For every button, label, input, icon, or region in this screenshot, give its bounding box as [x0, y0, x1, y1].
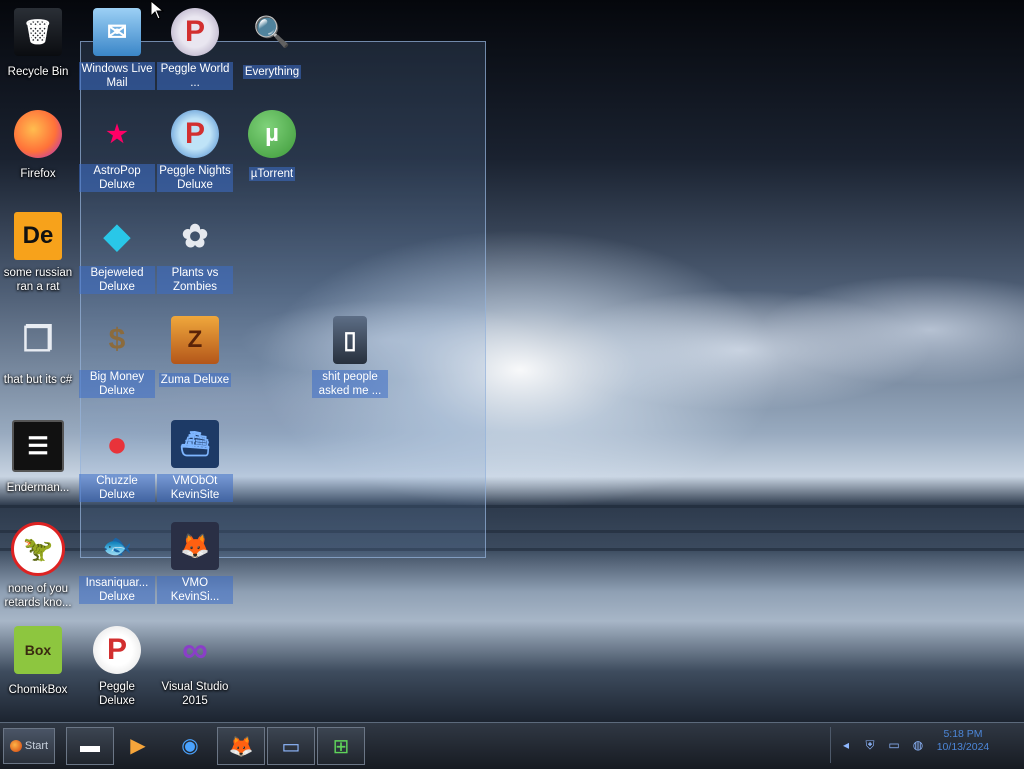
start-label: Start [24, 740, 49, 752]
de-app-icon: De [14, 212, 62, 260]
desktop-icon-enderman[interactable]: ☰ Enderman... [0, 420, 76, 496]
folder-icon: ▯ [333, 316, 367, 364]
clock-time: 5:18 PM [943, 728, 983, 740]
desktop-icon-windows-live-mail[interactable]: ✉ Windows Live Mail [79, 8, 155, 91]
firefox-icon [14, 110, 62, 158]
desktop-icon-label: Peggle World ... [157, 62, 233, 90]
start-button[interactable]: Start [3, 728, 55, 764]
peggle-nights-icon: P [171, 110, 219, 158]
utorrent-icon: µ [248, 110, 296, 158]
desktop-icon-label: Firefox [20, 168, 56, 180]
peggle-icon: P [93, 626, 141, 674]
taskbar-button-windows[interactable]: ⊞ [317, 727, 365, 765]
clock-date: 10/13/2024 [936, 741, 990, 753]
desktop-icon-label: Big Money Deluxe [79, 370, 155, 398]
desktop-icon-chomikbox[interactable]: Box ChomikBox [0, 626, 76, 698]
taskbar-button-device[interactable]: ▭ [267, 727, 315, 765]
desktop-icon-vmobot-kevinsite[interactable]: ⛴ VMObOt KevinSite [157, 420, 233, 503]
chomikbox-icon: Box [14, 626, 62, 674]
desktop-icon-label: ChomikBox [8, 684, 68, 696]
taskbar-button-firefox[interactable]: 🦊 [217, 727, 265, 765]
mail-icon: ✉ [93, 8, 141, 56]
taskbar-button-globe[interactable]: ◉ [170, 727, 210, 763]
desktop-icon-insaniquarium-deluxe[interactable]: 🐟 Insaniquar... Deluxe [79, 522, 155, 605]
astropop-icon: ★ [106, 120, 128, 148]
recycle-bin-icon: 🗑 [14, 8, 62, 56]
peggle-icon: P [171, 8, 219, 56]
money-bag-icon: $ [108, 323, 126, 356]
desktop-icon-label: VMO KevinSi... [157, 576, 233, 604]
desktop-icon-label: some russian ran a rat [3, 267, 73, 293]
desktop-icon-plants-vs-zombies[interactable]: ✿ Plants vs Zombies [157, 212, 233, 295]
desktop-icon-label: Windows Live Mail [79, 62, 155, 90]
desktop-icon-vmo-kevinsite[interactable]: 🦊 VMO KevinSi... [157, 522, 233, 605]
desktop-icon-zuma-deluxe[interactable]: Z Zuma Deluxe [157, 316, 233, 388]
desktop-icon-some-russian-ran-a-rat[interactable]: De some russian ran a rat [0, 212, 76, 295]
windows-copy-icon: ❐ [22, 321, 54, 359]
desktop-icon-everything[interactable]: 🔍 Everything [234, 8, 310, 80]
network-icon[interactable]: ◂ [837, 736, 855, 754]
device-icon: ▭ [281, 735, 301, 758]
desktop-icon-shit-people-asked-me[interactable]: ▯ shit people asked me ... [312, 316, 388, 399]
taskbar-button-black-box[interactable]: ▬ [66, 727, 114, 765]
desktop-icon-label: Insaniquar... Deluxe [79, 576, 155, 604]
taskbar: Start ▬ ▶ ◉ 🦊 ▭ ⊞ ◂ ⛨ ▭ ◍ 5:18 PM 10/13/… [0, 722, 1024, 769]
desktop-icon-bejeweled-deluxe[interactable]: ◆ Bejeweled Deluxe [79, 212, 155, 295]
desktop-icon-utorrent[interactable]: µ µTorrent [234, 110, 310, 182]
desktop-icon-big-money-deluxe[interactable]: $ Big Money Deluxe [79, 316, 155, 399]
chuzzle-icon: ● [106, 423, 128, 464]
shield-icon[interactable]: ⛨ [861, 736, 879, 754]
desktop-icon-label: Zuma Deluxe [158, 373, 232, 387]
desktop-icon-label: Visual Studio 2015 [161, 681, 229, 707]
zuma-icon: Z [171, 316, 219, 364]
desktop-icon-visual-studio-2015[interactable]: ∞ Visual Studio 2015 [157, 626, 233, 709]
desktop-icon-label: Recycle Bin [7, 66, 69, 78]
desktop-icon-that-but-its-c[interactable]: ❐ that but its c# [0, 316, 76, 388]
monitor-icon[interactable]: ▭ [885, 736, 903, 754]
start-orb-icon [9, 740, 22, 752]
red-dinosaur-icon: 🦖 [11, 522, 65, 576]
desktop-icon-peggle-nights-deluxe[interactable]: P Peggle Nights Deluxe [157, 110, 233, 193]
taskbar-button-media-player[interactable]: ▶ [118, 727, 158, 763]
desktop-icon-peggle-deluxe[interactable]: P Peggle Deluxe [79, 626, 155, 709]
globe-icon: ◉ [181, 734, 199, 757]
mouse-cursor-icon [150, 0, 165, 20]
desktop-icon-label: Enderman... [6, 482, 70, 494]
firefox-icon: 🦊 [171, 522, 219, 570]
console-icon: ☰ [12, 420, 64, 472]
desktop-icon-label: AstroPop Deluxe [79, 164, 155, 192]
desktop-icon-label: that but its c# [3, 374, 73, 386]
vm-ship-icon: ⛴ [171, 420, 219, 468]
desktop-icon-label: Peggle Nights Deluxe [157, 164, 233, 192]
desktop-icon-peggle-world[interactable]: P Peggle World ... [157, 8, 233, 91]
visual-studio-icon: ∞ [182, 629, 208, 670]
media-player-icon: ▶ [130, 734, 146, 757]
diamond-icon: ◆ [103, 217, 131, 255]
fish-icon: 🐟 [102, 532, 132, 560]
desktop-icon-label: µTorrent [248, 167, 296, 181]
tray-clock[interactable]: 5:18 PM 10/13/2024 [918, 728, 1008, 754]
windows-logo-icon: ⊞ [332, 735, 350, 758]
firefox-icon: 🦊 [228, 735, 254, 758]
desktop-icon-astropop-deluxe[interactable]: ★ AstroPop Deluxe [79, 110, 155, 193]
desktop-icon-label: Peggle Deluxe [99, 681, 135, 707]
desktop-icon-firefox[interactable]: Firefox [0, 110, 76, 182]
desktop-icon-label: none of you retards kno... [4, 583, 72, 609]
desktop-icon-label: Bejeweled Deluxe [79, 266, 155, 294]
desktop-icon-recycle-bin[interactable]: 🗑 Recycle Bin [0, 8, 76, 80]
desktop-icon-none-of-you[interactable]: 🦖 none of you retards kno... [0, 522, 76, 611]
desktop-icon-label: VMObOt KevinSite [157, 474, 233, 502]
desktop-icon-chuzzle-deluxe[interactable]: ● Chuzzle Deluxe [79, 420, 155, 503]
desktop-icon-label: Everything [242, 65, 302, 79]
magnifier-icon: 🔍 [253, 15, 291, 49]
desktop-icon-label: Chuzzle Deluxe [79, 474, 155, 502]
desktop-icon-label: Plants vs Zombies [157, 266, 233, 294]
desktop-icon-label: shit people asked me ... [312, 370, 388, 398]
black-box-icon: ▬ [80, 734, 100, 757]
flower-icon: ✿ [181, 218, 209, 254]
